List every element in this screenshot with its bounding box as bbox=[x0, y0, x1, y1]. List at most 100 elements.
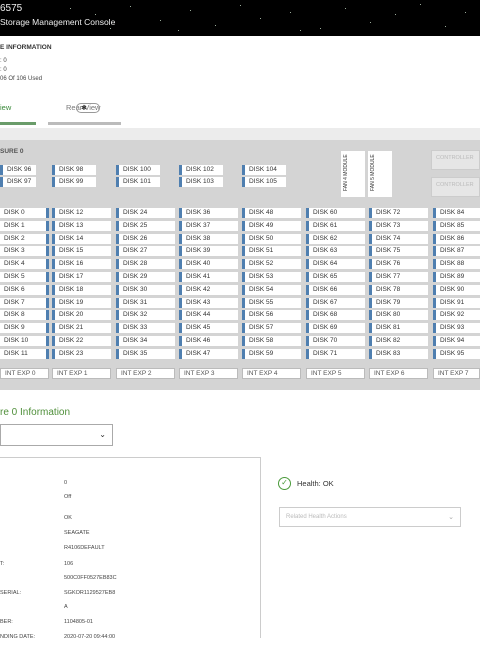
disk-slot[interactable]: DISK 14 bbox=[52, 233, 111, 244]
disk-slot[interactable]: DISK 4 bbox=[0, 259, 49, 270]
disk-slot[interactable]: DISK 71 bbox=[306, 348, 365, 359]
disk-slot[interactable]: DISK 99 bbox=[52, 177, 96, 187]
disk-slot[interactable]: DISK 23 bbox=[52, 348, 111, 359]
disk-slot[interactable]: DISK 5 bbox=[0, 272, 49, 282]
disk-slot[interactable]: DISK 54 bbox=[242, 284, 301, 295]
disk-slot[interactable]: DISK 40 bbox=[179, 259, 238, 270]
disk-slot[interactable]: DISK 24 bbox=[116, 208, 175, 218]
disk-slot[interactable]: DISK 93 bbox=[433, 323, 480, 334]
locator-led-toggle[interactable]: ✱ bbox=[76, 103, 100, 113]
disk-slot[interactable]: DISK 20 bbox=[52, 310, 111, 321]
disk-slot[interactable]: DISK 21 bbox=[52, 323, 111, 334]
disk-slot[interactable]: DISK 28 bbox=[116, 259, 175, 270]
fan-module-5[interactable]: FAN 5 MODULE bbox=[368, 151, 392, 197]
disk-slot[interactable]: DISK 57 bbox=[242, 323, 301, 334]
disk-slot[interactable]: DISK 102 bbox=[179, 165, 223, 175]
disk-slot[interactable]: DISK 46 bbox=[179, 336, 238, 346]
disk-slot[interactable]: DISK 52 bbox=[242, 259, 301, 270]
disk-slot[interactable]: DISK 88 bbox=[433, 259, 480, 270]
disk-slot[interactable]: DISK 41 bbox=[179, 272, 238, 282]
disk-slot[interactable]: DISK 63 bbox=[306, 246, 365, 257]
fan-module-4[interactable]: FAN 4 MODULE bbox=[341, 151, 365, 197]
disk-slot[interactable]: DISK 16 bbox=[52, 259, 111, 270]
disk-slot[interactable]: DISK 79 bbox=[369, 297, 428, 308]
disk-slot[interactable]: DISK 97 bbox=[0, 177, 36, 187]
disk-slot[interactable]: DISK 73 bbox=[369, 220, 428, 231]
disk-slot[interactable]: DISK 67 bbox=[306, 297, 365, 308]
disk-slot[interactable]: DISK 76 bbox=[369, 259, 428, 270]
disk-slot[interactable]: DISK 11 bbox=[0, 348, 49, 359]
expander-module[interactable]: INT EXP 4 bbox=[242, 368, 301, 379]
disk-slot[interactable]: DISK 82 bbox=[369, 336, 428, 346]
disk-slot[interactable]: DISK 49 bbox=[242, 220, 301, 231]
disk-slot[interactable]: DISK 81 bbox=[369, 323, 428, 334]
disk-slot[interactable]: DISK 10 bbox=[0, 336, 49, 346]
disk-slot[interactable]: DISK 61 bbox=[306, 220, 365, 231]
disk-slot[interactable]: DISK 7 bbox=[0, 297, 49, 308]
disk-slot[interactable]: DISK 30 bbox=[116, 284, 175, 295]
disk-slot[interactable]: DISK 26 bbox=[116, 233, 175, 244]
expander-module[interactable]: INT EXP 5 bbox=[306, 368, 365, 379]
disk-slot[interactable]: DISK 98 bbox=[52, 165, 96, 175]
expander-module[interactable]: INT EXP 3 bbox=[179, 368, 238, 379]
disk-slot[interactable]: DISK 43 bbox=[179, 297, 238, 308]
disk-slot[interactable]: DISK 1 bbox=[0, 220, 49, 231]
disk-slot[interactable]: DISK 84 bbox=[433, 208, 480, 218]
controller-a[interactable]: CONTROLLER bbox=[431, 150, 480, 170]
disk-slot[interactable]: DISK 35 bbox=[116, 348, 175, 359]
disk-slot[interactable]: DISK 62 bbox=[306, 233, 365, 244]
disk-slot[interactable]: DISK 15 bbox=[52, 246, 111, 257]
disk-slot[interactable]: DISK 96 bbox=[0, 165, 36, 175]
disk-slot[interactable]: DISK 8 bbox=[0, 310, 49, 321]
disk-slot[interactable]: DISK 59 bbox=[242, 348, 301, 359]
disk-slot[interactable]: DISK 74 bbox=[369, 233, 428, 244]
expander-module[interactable]: INT EXP 0 bbox=[0, 368, 49, 379]
expander-module[interactable]: INT EXP 2 bbox=[116, 368, 175, 379]
disk-slot[interactable]: DISK 55 bbox=[242, 297, 301, 308]
disk-slot[interactable]: DISK 75 bbox=[369, 246, 428, 257]
disk-slot[interactable]: DISK 105 bbox=[242, 177, 286, 187]
disk-slot[interactable]: DISK 94 bbox=[433, 336, 480, 346]
disk-slot[interactable]: DISK 25 bbox=[116, 220, 175, 231]
disk-slot[interactable]: DISK 33 bbox=[116, 323, 175, 334]
disk-slot[interactable]: DISK 77 bbox=[369, 272, 428, 282]
disk-slot[interactable]: DISK 87 bbox=[433, 246, 480, 257]
disk-slot[interactable]: DISK 65 bbox=[306, 272, 365, 282]
disk-slot[interactable]: DISK 13 bbox=[52, 220, 111, 231]
disk-slot[interactable]: DISK 47 bbox=[179, 348, 238, 359]
disk-slot[interactable]: DISK 85 bbox=[433, 220, 480, 231]
disk-slot[interactable]: DISK 68 bbox=[306, 310, 365, 321]
disk-slot[interactable]: DISK 104 bbox=[242, 165, 286, 175]
disk-slot[interactable]: DISK 72 bbox=[369, 208, 428, 218]
expander-module[interactable]: INT EXP 7 bbox=[433, 368, 480, 379]
disk-slot[interactable]: DISK 58 bbox=[242, 336, 301, 346]
disk-slot[interactable]: DISK 78 bbox=[369, 284, 428, 295]
disk-slot[interactable]: DISK 12 bbox=[52, 208, 111, 218]
disk-slot[interactable]: DISK 66 bbox=[306, 284, 365, 295]
disk-slot[interactable]: DISK 56 bbox=[242, 310, 301, 321]
disk-slot[interactable]: DISK 103 bbox=[179, 177, 223, 187]
disk-slot[interactable]: DISK 17 bbox=[52, 272, 111, 282]
disk-slot[interactable]: DISK 89 bbox=[433, 272, 480, 282]
disk-slot[interactable]: DISK 32 bbox=[116, 310, 175, 321]
disk-slot[interactable]: DISK 42 bbox=[179, 284, 238, 295]
expander-module[interactable]: INT EXP 1 bbox=[52, 368, 111, 379]
disk-slot[interactable]: DISK 9 bbox=[0, 323, 49, 334]
disk-slot[interactable]: DISK 92 bbox=[433, 310, 480, 321]
disk-slot[interactable]: DISK 69 bbox=[306, 323, 365, 334]
disk-slot[interactable]: DISK 27 bbox=[116, 246, 175, 257]
disk-slot[interactable]: DISK 18 bbox=[52, 284, 111, 295]
disk-slot[interactable]: DISK 37 bbox=[179, 220, 238, 231]
disk-slot[interactable]: DISK 19 bbox=[52, 297, 111, 308]
disk-slot[interactable]: DISK 86 bbox=[433, 233, 480, 244]
enclosure-select[interactable]: ⌄ bbox=[0, 424, 113, 446]
disk-slot[interactable]: DISK 70 bbox=[306, 336, 365, 346]
disk-slot[interactable]: DISK 3 bbox=[0, 246, 49, 257]
disk-slot[interactable]: DISK 95 bbox=[433, 348, 480, 359]
disk-slot[interactable]: DISK 51 bbox=[242, 246, 301, 257]
tab-front-view[interactable]: iew bbox=[0, 103, 11, 112]
disk-slot[interactable]: DISK 83 bbox=[369, 348, 428, 359]
disk-slot[interactable]: DISK 29 bbox=[116, 272, 175, 282]
disk-slot[interactable]: DISK 60 bbox=[306, 208, 365, 218]
expander-module[interactable]: INT EXP 6 bbox=[369, 368, 428, 379]
